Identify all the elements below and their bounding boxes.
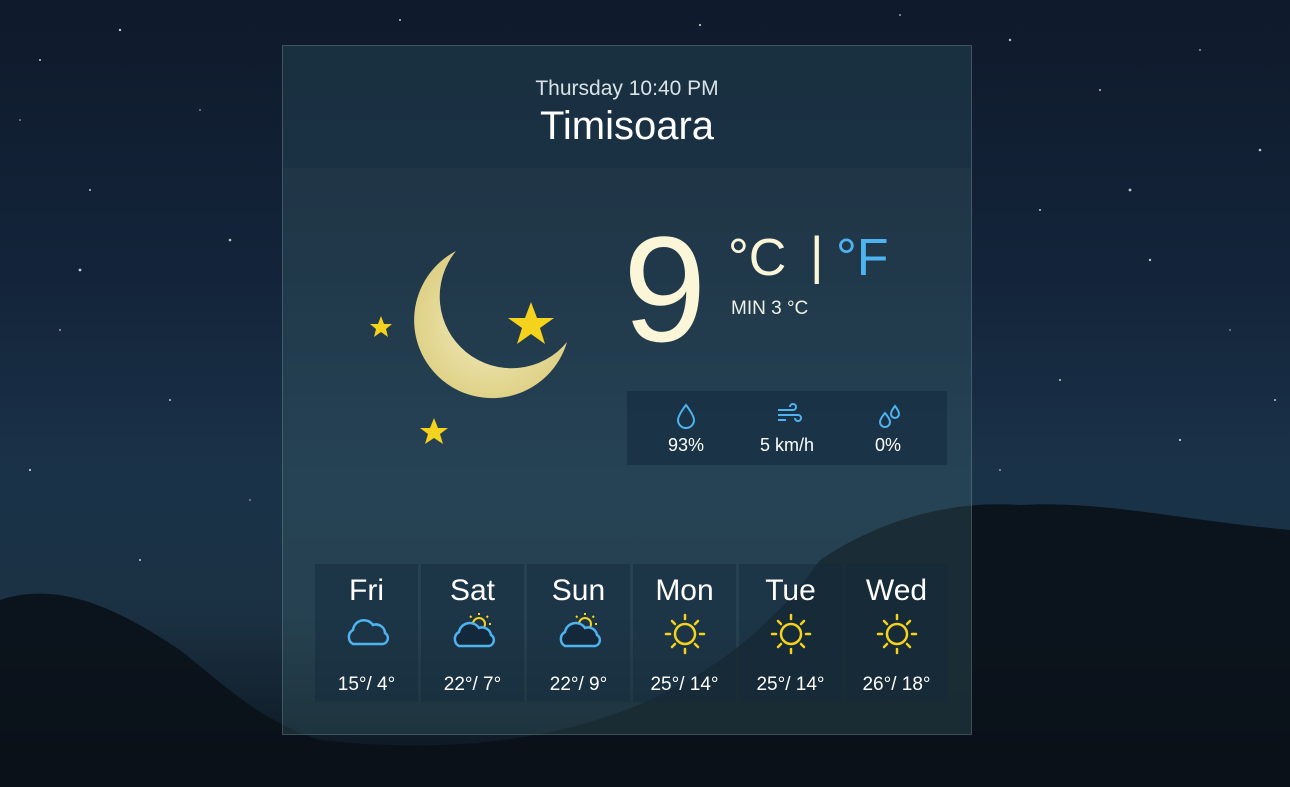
sun-icon bbox=[770, 613, 812, 655]
forecast-strip: Fri 15°/ 4° Sat 22°/ 7° Sun 22°/ 9° Mon … bbox=[315, 564, 948, 702]
forecast-day-fri[interactable]: Fri 15°/ 4° bbox=[315, 564, 418, 702]
forecast-temps: 25°/ 14° bbox=[650, 674, 719, 695]
min-temperature: MIN 3 °C bbox=[731, 298, 809, 319]
wind-stat: 5 km/h bbox=[734, 391, 840, 465]
forecast-temps: 22°/ 7° bbox=[443, 674, 502, 695]
wind-icon bbox=[778, 403, 802, 422]
current-stats-panel: 93% 5 km/h 0% bbox=[627, 391, 947, 465]
forecast-day-label: Tue bbox=[765, 574, 816, 607]
weather-widget-scene: Thursday 10:40 PM Timisoara 9 °C | °F MI… bbox=[0, 0, 1290, 787]
forecast-day-sat[interactable]: Sat 22°/ 7° bbox=[421, 564, 524, 702]
celsius-toggle[interactable]: °C bbox=[728, 228, 786, 288]
partly-cloudy-icon bbox=[559, 613, 602, 648]
weekday-label: Thursday bbox=[535, 77, 623, 100]
forecast-day-sun[interactable]: Sun 22°/ 9° bbox=[527, 564, 630, 702]
moon-stars-icon bbox=[370, 251, 567, 444]
forecast-day-label: Mon bbox=[655, 574, 714, 607]
forecast-day-wed[interactable]: Wed 26°/ 18° bbox=[845, 564, 948, 702]
city-name: Timisoara bbox=[539, 104, 715, 148]
humidity-value: 93% bbox=[667, 435, 705, 455]
forecast-day-mon[interactable]: Mon 25°/ 14° bbox=[633, 564, 736, 702]
card-header: Thursday 10:40 PM Timisoara bbox=[283, 46, 971, 168]
forecast-day-label: Fri bbox=[349, 574, 384, 607]
forecast-day-tue[interactable]: Tue 25°/ 14° bbox=[739, 564, 842, 702]
wind-value: 5 km/h bbox=[759, 435, 815, 455]
forecast-day-label: Wed bbox=[865, 574, 928, 607]
cloud-icon bbox=[347, 618, 390, 646]
unit-separator: | bbox=[810, 227, 824, 285]
forecast-temps: 26°/ 18° bbox=[862, 674, 931, 695]
date-time: Thursday 10:40 PM bbox=[283, 77, 971, 101]
precipitation-stat: 0% bbox=[835, 391, 941, 465]
fahrenheit-toggle[interactable]: °F bbox=[836, 228, 889, 288]
precipitation-value: 0% bbox=[874, 435, 901, 455]
partly-cloudy-icon bbox=[453, 613, 496, 648]
sun-icon bbox=[664, 613, 706, 655]
forecast-day-label: Sat bbox=[449, 574, 496, 607]
humidity-drop-icon bbox=[676, 403, 696, 429]
forecast-temps: 25°/ 14° bbox=[756, 674, 825, 695]
forecast-temps: 15°/ 4° bbox=[337, 674, 396, 695]
precipitation-drops-icon bbox=[878, 404, 901, 428]
sun-icon bbox=[876, 613, 918, 655]
forecast-day-label: Sun bbox=[551, 574, 606, 607]
weather-card: Thursday 10:40 PM Timisoara 9 °C | °F MI… bbox=[282, 45, 972, 735]
forecast-temps: 22°/ 9° bbox=[549, 674, 608, 695]
humidity-stat: 93% bbox=[633, 391, 739, 465]
current-temperature: 9 bbox=[623, 205, 706, 373]
time-label: 10:40 PM bbox=[628, 77, 719, 100]
